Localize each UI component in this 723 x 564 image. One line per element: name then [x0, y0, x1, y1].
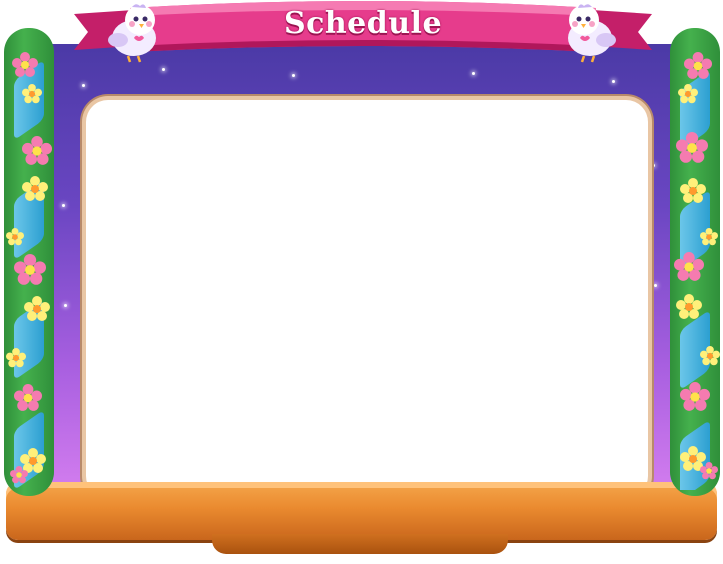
- star-icon: [82, 84, 85, 87]
- star-icon: [64, 304, 67, 307]
- star-icon: [654, 284, 657, 287]
- star-icon: [62, 204, 65, 207]
- flower-icon: [14, 384, 42, 412]
- bird-icon: [560, 2, 622, 64]
- flower-icon: [674, 252, 704, 282]
- wooden-shelf: [6, 482, 717, 540]
- flower-icon: [22, 84, 42, 104]
- flower-icon: [22, 176, 48, 202]
- flower-icon: [700, 346, 720, 366]
- schedule-frame: Schedule: [0, 0, 723, 564]
- flower-icon: [676, 132, 708, 164]
- star-icon: [472, 72, 475, 75]
- flower-icon: [12, 52, 38, 78]
- flower-icon: [700, 228, 718, 246]
- flower-icon: [684, 52, 712, 80]
- bird-icon: [102, 2, 164, 64]
- flower-icon: [678, 84, 698, 104]
- star-icon: [292, 74, 295, 77]
- flower-icon: [24, 296, 50, 322]
- flower-icon: [6, 348, 26, 368]
- flower-icon: [6, 228, 24, 246]
- flower-icon: [676, 294, 702, 320]
- schedule-board: [86, 100, 648, 498]
- flower-icon: [700, 462, 718, 480]
- flower-icon: [680, 178, 706, 204]
- shelf-lip: [212, 534, 508, 554]
- flower-icon: [10, 466, 28, 484]
- flower-icon: [680, 382, 710, 412]
- star-icon: [612, 80, 615, 83]
- star-icon: [162, 68, 165, 71]
- flower-icon: [14, 254, 46, 286]
- flower-icon: [22, 136, 52, 166]
- star-icon: [652, 164, 655, 167]
